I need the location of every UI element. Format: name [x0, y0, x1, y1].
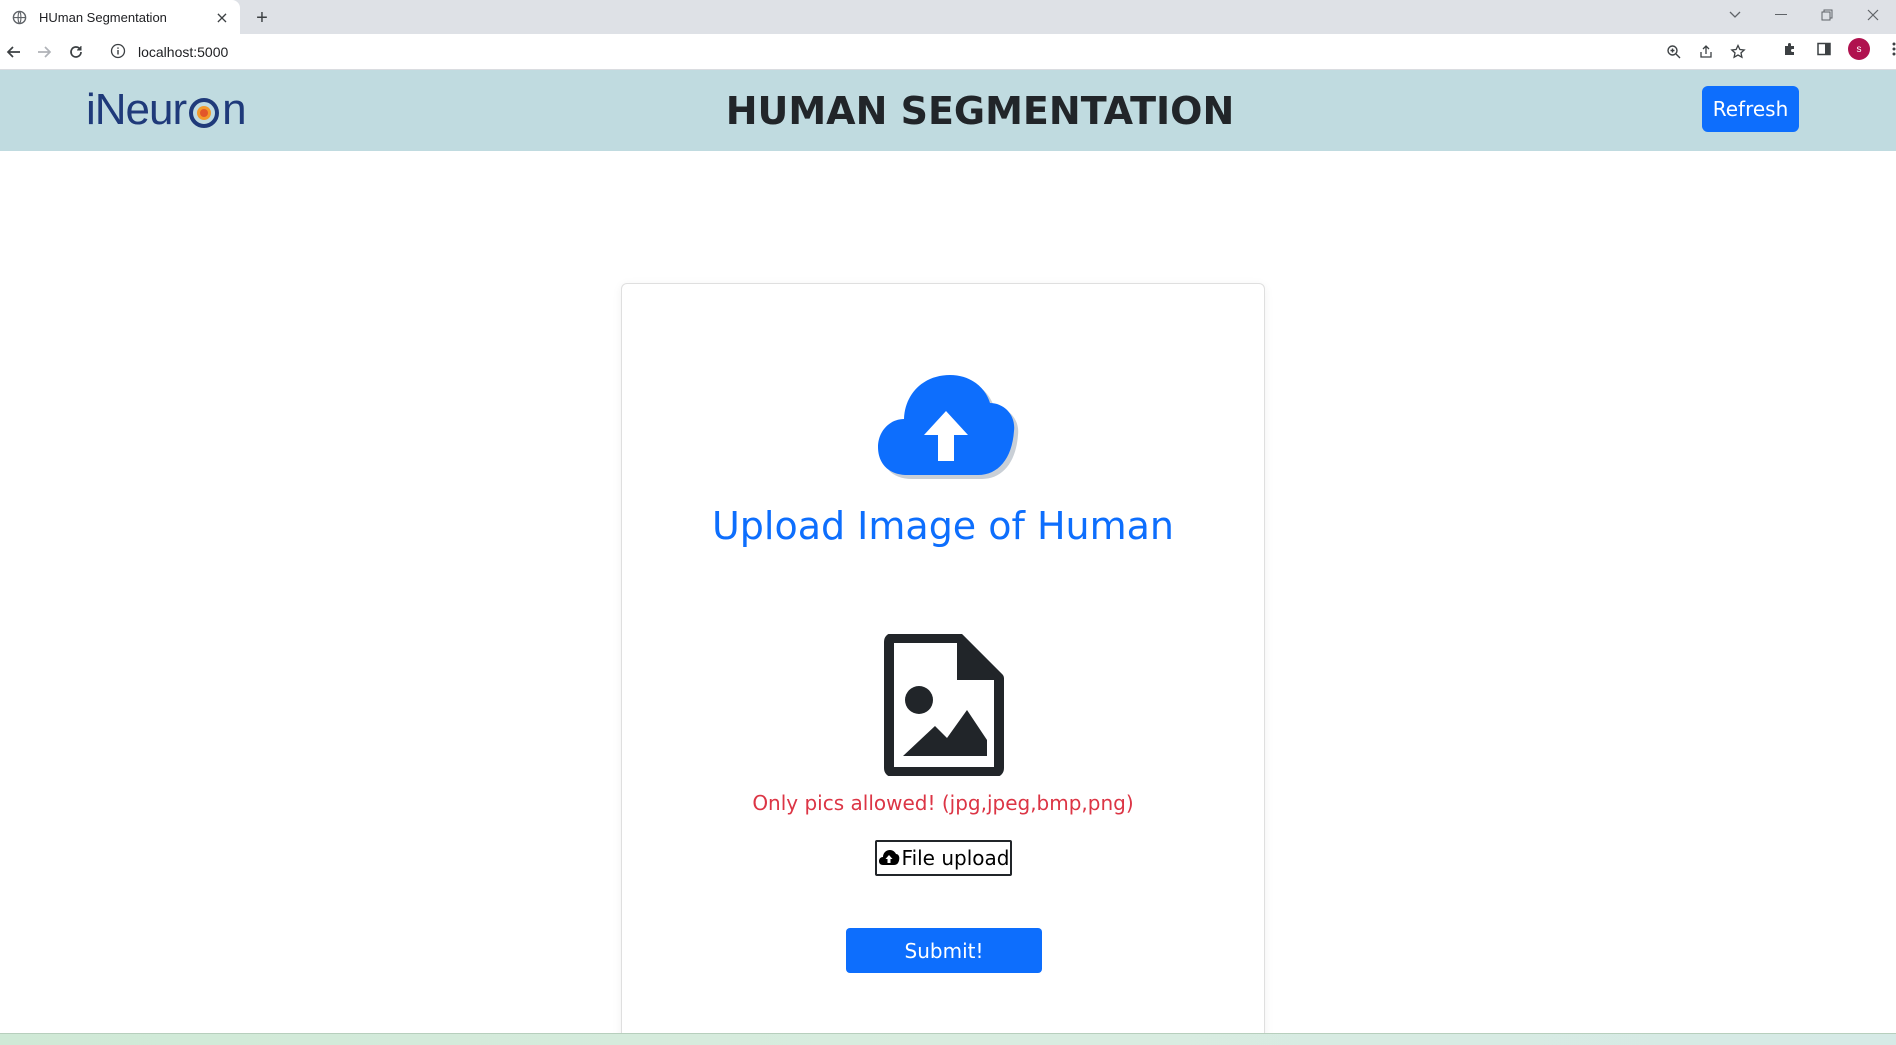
cloud-upload-icon: [874, 369, 1019, 479]
browser-window: HUman Segmentation × + localhost:5000 s …: [0, 0, 1896, 1045]
browser-tab[interactable]: HUman Segmentation ×: [0, 0, 240, 34]
profile-avatar[interactable]: s: [1848, 38, 1870, 60]
zoom-icon[interactable]: [1664, 42, 1684, 62]
page-viewport: iNeur n HUMAN SEGMENTATION Refresh Uploa…: [0, 70, 1896, 1033]
back-icon[interactable]: [2, 40, 26, 64]
app-header: iNeur n HUMAN SEGMENTATION Refresh: [0, 70, 1896, 151]
window-controls: [1712, 0, 1896, 30]
tab-search-icon[interactable]: [1712, 0, 1758, 30]
browser-toolbar: localhost:5000 s: [0, 34, 1896, 70]
minimize-icon[interactable]: [1758, 0, 1804, 30]
share-icon[interactable]: [1696, 42, 1716, 62]
file-image-icon: [883, 633, 1005, 777]
bookmark-star-icon[interactable]: [1728, 42, 1748, 62]
site-info-icon[interactable]: [110, 43, 128, 61]
upload-heading: Upload Image of Human: [711, 504, 1175, 548]
page-title: HUMAN SEGMENTATION: [725, 88, 1235, 133]
extensions-puzzle-icon[interactable]: [1780, 39, 1800, 59]
upload-card: Upload Image of Human Only pics allowed!…: [621, 283, 1265, 1033]
close-window-icon[interactable]: [1850, 0, 1896, 30]
submit-button[interactable]: Submit!: [846, 928, 1042, 973]
file-type-note: Only pics allowed! (jpg,jpeg,bmp,png): [752, 791, 1134, 815]
new-tab-button[interactable]: +: [250, 6, 274, 30]
cloud-upload-small-icon: [878, 849, 900, 867]
address-bar[interactable]: localhost:5000: [98, 38, 1758, 66]
close-tab-icon[interactable]: ×: [212, 7, 232, 27]
extension-area: s: [1780, 38, 1896, 60]
forward-icon[interactable]: [32, 40, 56, 64]
globe-icon: [12, 10, 27, 25]
file-upload-button[interactable]: File upload: [875, 840, 1012, 876]
side-panel-icon[interactable]: [1814, 39, 1834, 59]
file-upload-label: File upload: [901, 846, 1010, 870]
kebab-menu-icon[interactable]: [1884, 39, 1896, 59]
reload-icon[interactable]: [64, 40, 88, 64]
restore-icon[interactable]: [1804, 0, 1850, 30]
refresh-button[interactable]: Refresh: [1702, 86, 1799, 132]
url-text: localhost:5000: [138, 44, 229, 60]
tab-title: HUman Segmentation: [39, 9, 167, 25]
tab-strip: HUman Segmentation × +: [0, 0, 1896, 34]
address-bar-actions: [1664, 38, 1758, 66]
os-taskbar: [0, 1033, 1896, 1045]
